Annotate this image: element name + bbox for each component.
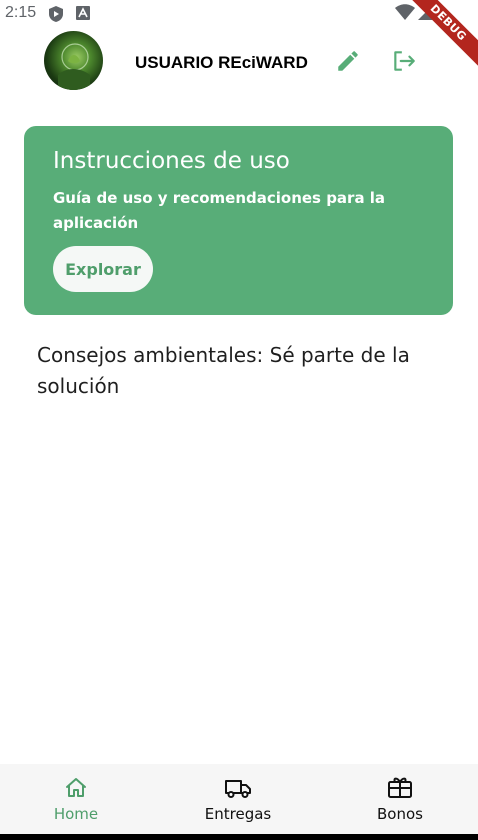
play-protect-icon xyxy=(49,6,63,22)
system-nav-bar xyxy=(0,834,478,840)
a11y-icon xyxy=(76,6,90,20)
card-title: Instrucciones de uso xyxy=(53,148,290,174)
avatar-image xyxy=(58,43,90,90)
status-time: 2:15 xyxy=(5,4,37,21)
instructions-card: Instrucciones de uso Guía de uso y recom… xyxy=(24,126,453,315)
logout-button[interactable] xyxy=(391,48,417,74)
card-subtitle: Guía de uso y recomendaciones para la ap… xyxy=(53,189,386,232)
avatar[interactable] xyxy=(44,31,103,90)
user-name: USUARIO REciWARD xyxy=(135,53,308,72)
edit-profile-button[interactable] xyxy=(335,48,361,74)
status-bar: 2:15 DEBUG xyxy=(0,0,478,72)
truck-icon xyxy=(225,780,251,798)
card-giftcard-icon xyxy=(388,777,412,798)
home-icon xyxy=(66,778,86,797)
nav-label-entregas: Entregas xyxy=(204,805,272,823)
nav-label-home: Home xyxy=(53,805,99,823)
tips-heading: Consejos ambientales: Sé parte de la sol… xyxy=(37,343,410,398)
nav-item-home[interactable]: Home xyxy=(16,764,136,834)
nav-item-bonos[interactable]: Bonos xyxy=(340,764,460,834)
bottom-nav: Home Entregas Bonos xyxy=(0,764,478,834)
wifi-icon xyxy=(395,4,415,20)
explore-button[interactable]: Explorar xyxy=(53,246,153,292)
pencil-icon xyxy=(338,51,358,71)
nav-label-bonos: Bonos xyxy=(377,805,423,823)
nav-item-entregas[interactable]: Entregas xyxy=(178,764,298,834)
logout-icon xyxy=(394,51,415,71)
